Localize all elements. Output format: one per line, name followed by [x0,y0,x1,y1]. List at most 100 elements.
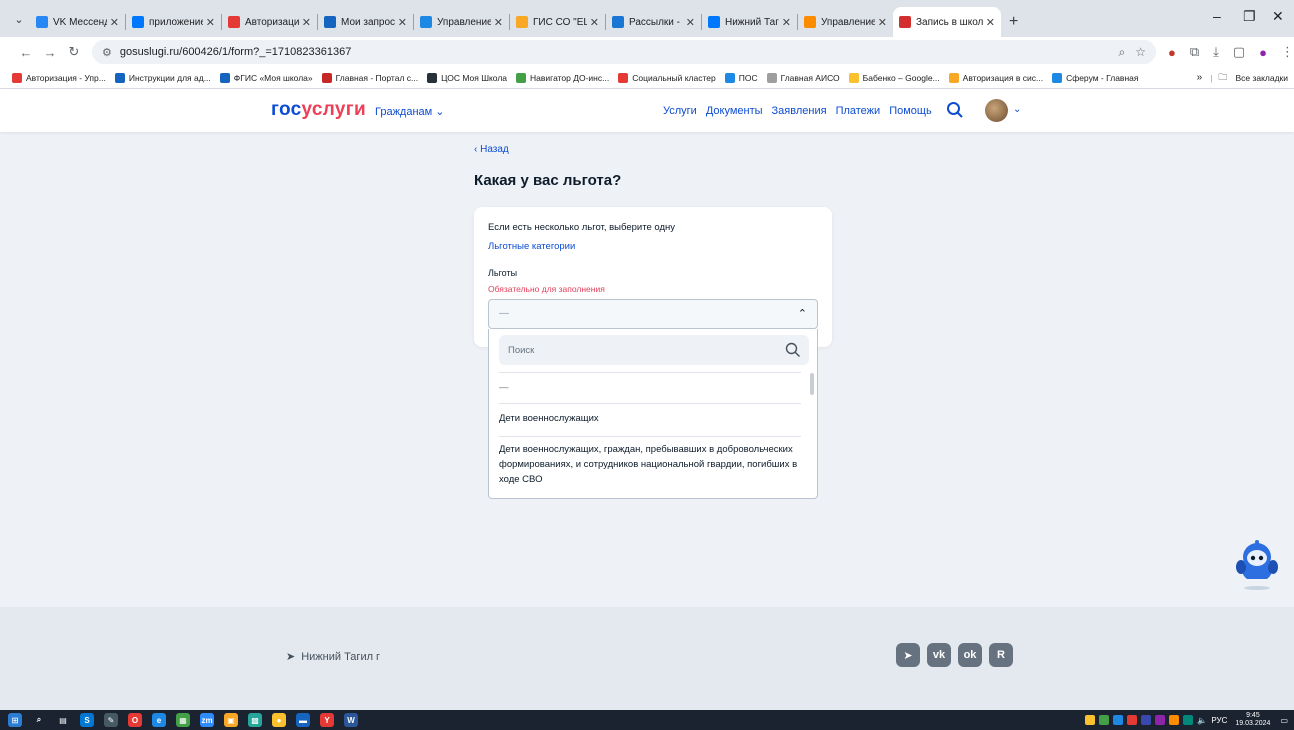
bookmark-item[interactable]: Инструкции для ад... [114,72,211,83]
bookmark-star-icon[interactable]: ☆ [1135,45,1146,59]
url-bar[interactable]: ⚙ gosuslugi.ru/600426/1/form?_=171082336… [91,40,1156,64]
tab-5[interactable]: ГИС СО "ЕЦП"✕ [510,7,605,37]
benefit-categories-link[interactable]: Льготные категории [488,241,575,252]
back-link[interactable]: ‹ Назад [474,144,509,155]
close-tab-icon[interactable]: ✕ [986,16,995,29]
url-text[interactable]: gosuslugi.ru/600426/1/form?_=17108233613… [120,46,352,58]
tray-app-icon[interactable] [1169,715,1180,725]
header-search-icon[interactable] [946,101,964,119]
tab-1[interactable]: приложение+МС✕ [126,7,221,37]
bookmark-item[interactable]: Сферум - Главная [1052,72,1138,83]
close-tab-icon[interactable]: ✕ [686,16,695,29]
restore-icon[interactable]: ❐ [1243,8,1256,25]
close-tab-icon[interactable]: ✕ [110,16,119,29]
bookmark-item[interactable]: Социальный кластер [618,72,716,83]
bookmark-item[interactable]: ФГИС «Моя школа» [219,72,313,83]
app-icon[interactable]: ▩ [248,713,262,727]
ie-icon[interactable]: e [152,713,166,727]
start-icon[interactable]: ⊞ [8,713,22,727]
option-empty[interactable]: — [499,380,801,395]
chevron-up-icon[interactable]: ⌃ [798,307,807,320]
bookmark-item[interactable]: Авторизация в сис... [948,72,1043,83]
zoom-icon[interactable]: zm [200,713,214,727]
tray-app-icon[interactable] [1183,715,1194,725]
nav-documents[interactable]: Документы [706,105,763,117]
app-icon[interactable]: ▦ [176,713,190,727]
zoom-icon[interactable]: ⌕ [1118,45,1125,60]
task-view-icon[interactable]: ▤ [56,713,70,727]
dropdown-scrollbar[interactable] [810,373,814,395]
download-icon[interactable]: ⤓ [1213,44,1219,60]
nav-applications[interactable]: Заявления [772,105,827,117]
citizens-menu[interactable]: Гражданам ⌄ [375,105,445,118]
new-tab-button[interactable]: + [1009,13,1018,31]
location-selector[interactable]: ➤ Нижний Тагил г [286,650,380,664]
telegram-icon[interactable]: ➤ [896,643,920,667]
bookmark-item[interactable]: Главная - Портал с... [321,72,418,83]
bookmark-item[interactable]: ЦОС Моя Школа [427,72,507,83]
tab-active[interactable]: Запись в школу | ✕ [893,7,1001,37]
tab-7[interactable]: Нижний Тагил✕ [702,7,797,37]
close-tab-icon[interactable]: ✕ [398,16,407,29]
benefits-select[interactable]: — ⌃ [488,299,818,329]
nav-help[interactable]: Помощь [889,105,932,117]
avatar[interactable] [985,99,1008,122]
extensions-puzzle-icon[interactable]: ⧉ [1190,44,1199,60]
browser-menu-icon[interactable]: ⋮ [1281,44,1294,60]
tab-6[interactable]: Рассылки - Почта✕ [606,7,701,37]
tab-8[interactable]: Управление обр✕ [798,7,893,37]
dropdown-search-input[interactable]: Поиск [499,335,809,365]
side-panel-icon[interactable]: ▢ [1233,44,1245,60]
opera-icon[interactable]: O [128,713,142,727]
bookmark-item[interactable]: Главная АИСО [766,72,840,83]
tray-app-icon[interactable] [1113,715,1124,725]
tab-2[interactable]: Авторизация по✕ [222,7,317,37]
chrome-icon[interactable]: ● [272,713,286,727]
close-window-icon[interactable]: ✕ [1272,8,1284,25]
minimize-icon[interactable]: – [1213,8,1221,24]
vk-icon[interactable]: vk [927,643,951,667]
close-tab-icon[interactable]: ✕ [302,16,311,29]
profile-icon[interactable]: ● [1259,45,1267,60]
nav-payments[interactable]: Платежи [836,105,881,117]
nav-services[interactable]: Услуги [663,105,697,117]
avatar-chevron-icon[interactable]: ⌄ [1013,104,1021,115]
close-tab-icon[interactable]: ✕ [782,16,791,29]
back-arrow-icon[interactable]: ← [14,45,38,60]
gosuslugi-logo[interactable]: госуслуги [271,99,366,121]
option-military-children[interactable]: Дети военнослужащих [499,411,801,426]
close-tab-icon[interactable]: ✕ [494,16,503,29]
tray-app-icon[interactable] [1085,715,1096,725]
close-tab-icon[interactable]: ✕ [206,16,215,29]
skype-icon[interactable]: S [80,713,94,727]
assistant-robot-icon[interactable] [1233,539,1281,591]
yandex-icon[interactable]: Y [320,713,334,727]
bookmark-item[interactable]: Навигатор ДО-инс... [516,72,609,83]
tray-app-icon[interactable] [1141,715,1152,725]
option-svo-children[interactable]: Дети военнослужащих, граждан, пребывавши… [499,442,801,487]
app-icon[interactable]: ▣ [224,713,238,727]
more-bookmarks-icon[interactable]: » [1197,72,1203,83]
close-tab-icon[interactable]: ✕ [590,16,599,29]
site-info-icon[interactable]: ⚙ [102,46,112,59]
app-icon[interactable]: ▬ [296,713,310,727]
forward-arrow-icon[interactable]: → [38,45,62,60]
app-icon[interactable]: ✎ [104,713,118,727]
tray-app-icon[interactable] [1127,715,1138,725]
lang-indicator[interactable]: РУС [1211,716,1227,725]
rutube-icon[interactable]: R [989,643,1013,667]
search-icon[interactable] [785,342,801,358]
all-bookmarks-link[interactable]: Все закладки [1235,73,1288,83]
word-icon[interactable]: W [344,713,358,727]
tab-4[interactable]: Управление Обр✕ [414,7,509,37]
clock[interactable]: 9:45 19.03.2024 [1235,712,1270,728]
reload-icon[interactable]: ↻ [62,44,86,60]
bookmark-item[interactable]: Бабенко – Google... [848,72,940,83]
tab-search-chevron-icon[interactable]: ⌄ [8,8,30,30]
tab-3[interactable]: Мои запросы - Т✕ [318,7,413,37]
tray-app-icon[interactable] [1155,715,1166,725]
bookmark-item[interactable]: ПОС [724,72,758,83]
volume-icon[interactable]: 🔈 [1197,716,1207,725]
taskbar-search-icon[interactable]: ⌕ [32,713,46,727]
close-tab-icon[interactable]: ✕ [878,16,887,29]
